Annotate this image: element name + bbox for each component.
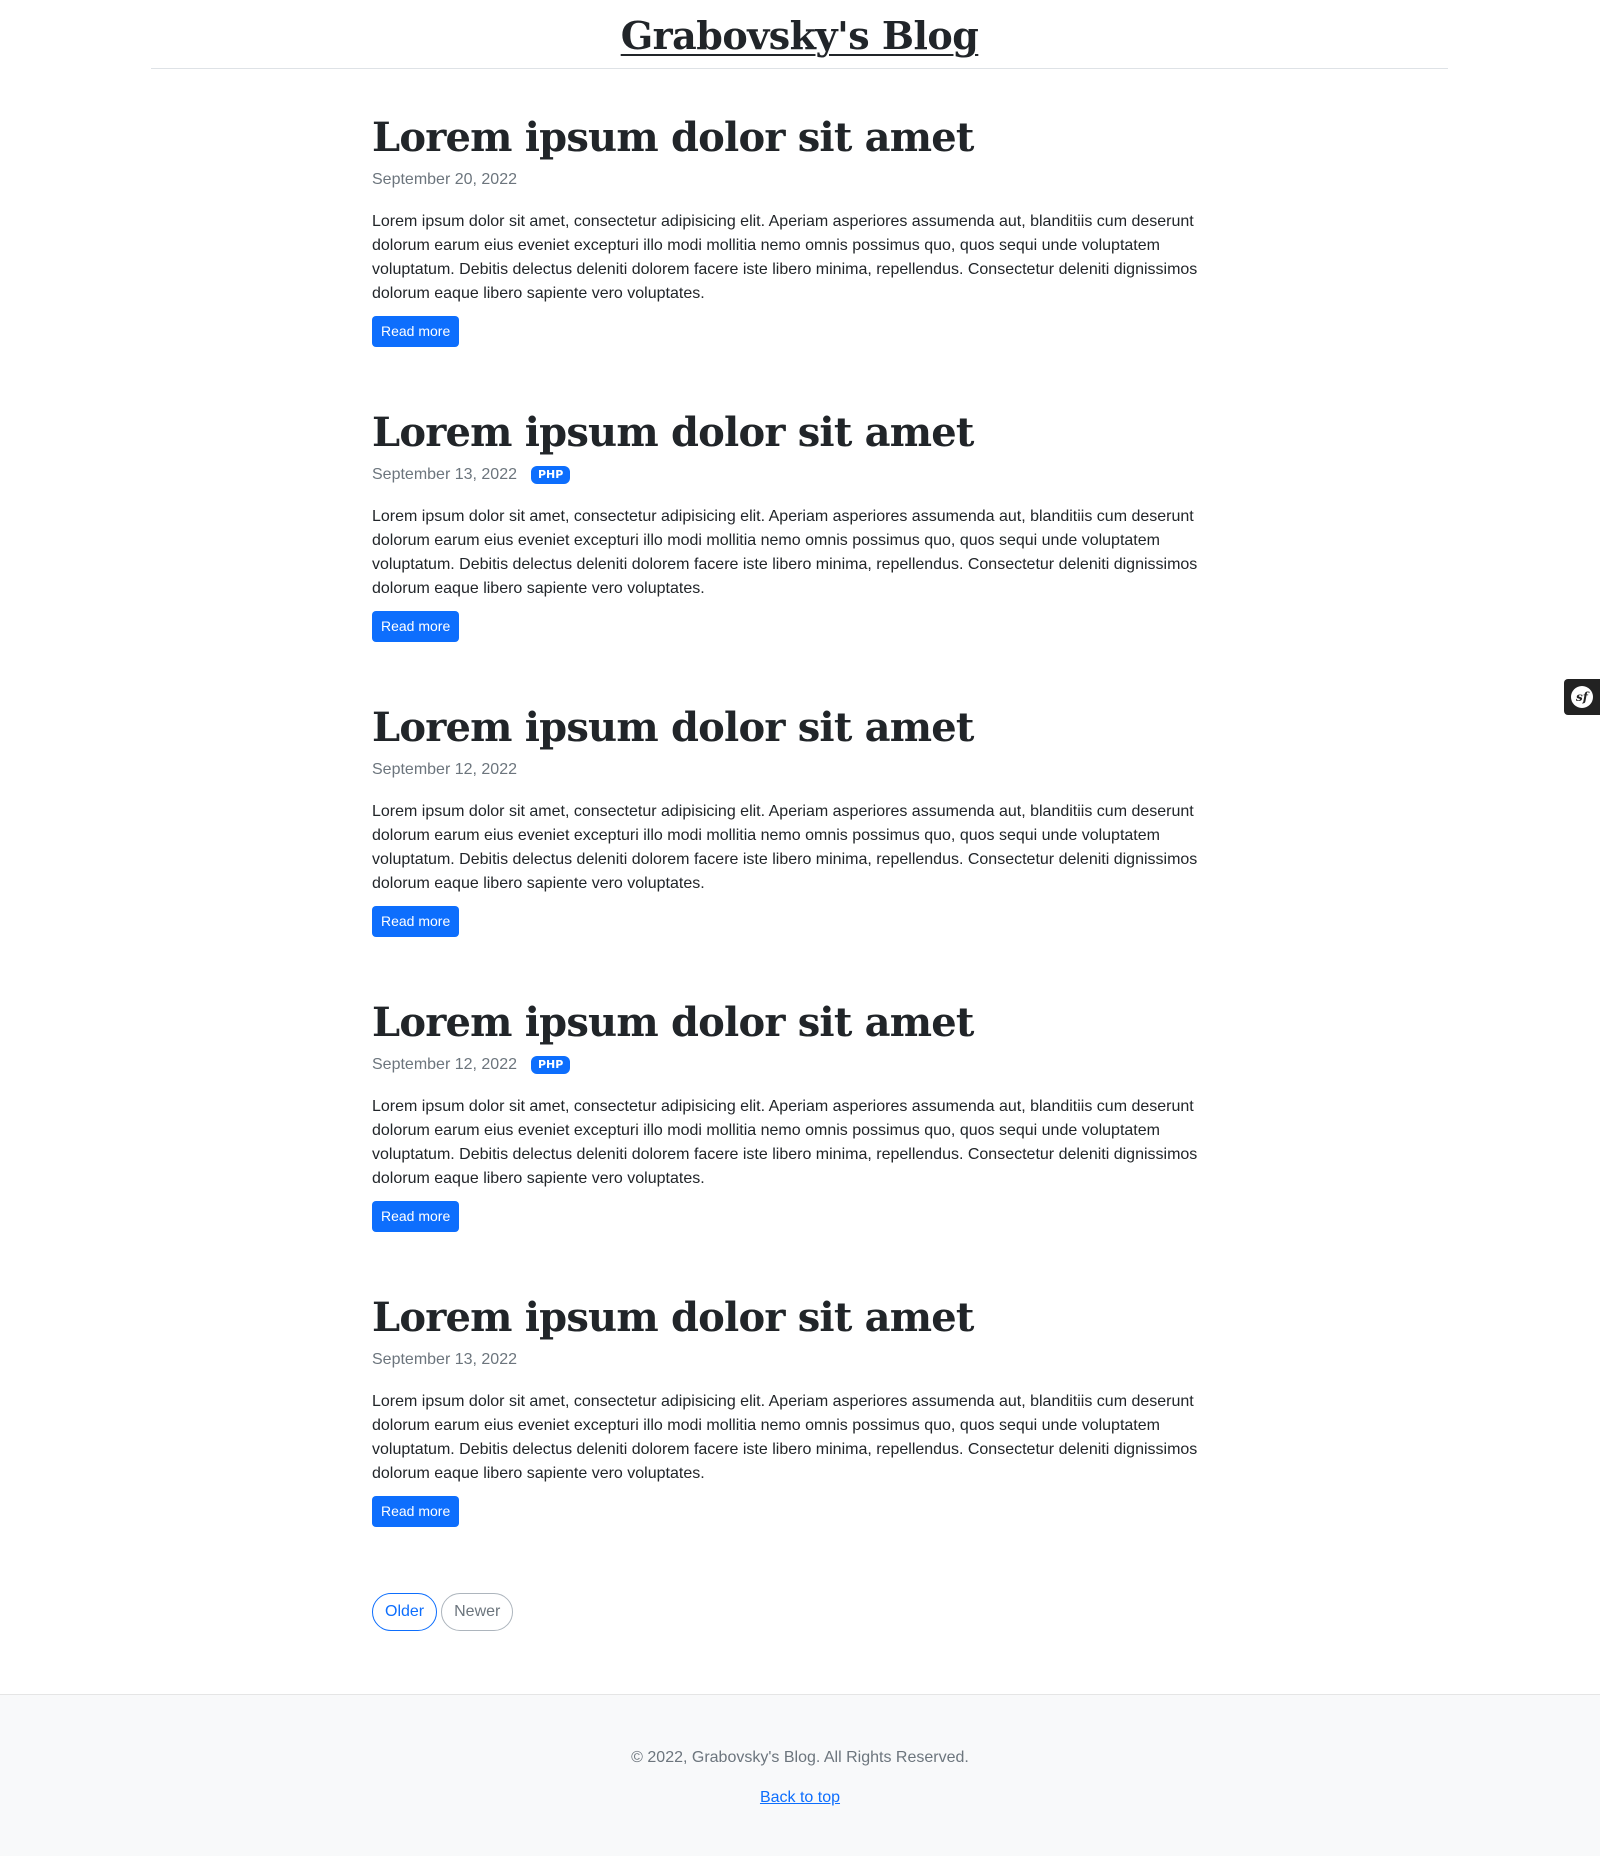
older-posts-button[interactable]: Older bbox=[372, 1593, 438, 1631]
post-card: Lorem ipsum dolor sit amet September 13,… bbox=[372, 407, 1234, 642]
post-meta: September 12, 2022 bbox=[372, 758, 1234, 782]
site-header: Grabovsky's Blog bbox=[151, 0, 1448, 69]
tag-badge[interactable]: PHP bbox=[531, 466, 571, 484]
post-excerpt: Lorem ipsum dolor sit amet, consectetur … bbox=[372, 1098, 1198, 1187]
post-date: September 12, 2022 bbox=[372, 1056, 517, 1073]
post-card: Lorem ipsum dolor sit amet September 12,… bbox=[372, 997, 1234, 1232]
post-excerpt: Lorem ipsum dolor sit amet, consectetur … bbox=[372, 803, 1198, 892]
newer-posts-button: Newer bbox=[441, 1593, 514, 1631]
read-more-button[interactable]: Read more bbox=[372, 1496, 460, 1527]
post-date: September 13, 2022 bbox=[372, 466, 517, 483]
post-card: Lorem ipsum dolor sit amet September 13,… bbox=[372, 1292, 1234, 1527]
debug-toolbar-toggle[interactable]: sf bbox=[1564, 679, 1600, 715]
post-meta: September 20, 2022 bbox=[372, 168, 1234, 192]
post-title: Lorem ipsum dolor sit amet bbox=[372, 409, 974, 456]
read-more-button[interactable]: Read more bbox=[372, 316, 460, 347]
post-meta: September 12, 2022 PHP bbox=[372, 1053, 1234, 1077]
post-excerpt: Lorem ipsum dolor sit amet, consectetur … bbox=[372, 508, 1198, 597]
back-to-top-link[interactable]: Back to top bbox=[760, 1786, 840, 1810]
read-more-button[interactable]: Read more bbox=[372, 906, 460, 937]
post-excerpt: Lorem ipsum dolor sit amet, consectetur … bbox=[372, 213, 1198, 302]
post-title: Lorem ipsum dolor sit amet bbox=[372, 1294, 974, 1341]
site-title-link[interactable]: Grabovsky's Blog bbox=[621, 12, 979, 60]
post-date: September 13, 2022 bbox=[372, 1351, 517, 1368]
post-meta: September 13, 2022 bbox=[372, 1348, 1234, 1372]
post-date: September 20, 2022 bbox=[372, 171, 517, 188]
copyright-text: © 2022, Grabovsky's Blog. All Rights Res… bbox=[631, 1749, 969, 1766]
pagination: Older Newer bbox=[372, 1593, 514, 1631]
site-footer: © 2022, Grabovsky's Blog. All Rights Res… bbox=[0, 1694, 1600, 1856]
post-title: Lorem ipsum dolor sit amet bbox=[372, 704, 974, 751]
post-card: Lorem ipsum dolor sit amet September 12,… bbox=[372, 702, 1234, 937]
post-title: Lorem ipsum dolor sit amet bbox=[372, 114, 974, 161]
post-meta: September 13, 2022 PHP bbox=[372, 463, 1234, 487]
read-more-button[interactable]: Read more bbox=[372, 1201, 460, 1232]
tag-badge[interactable]: PHP bbox=[531, 1056, 571, 1074]
read-more-button[interactable]: Read more bbox=[372, 611, 460, 642]
post-card: Lorem ipsum dolor sit amet September 20,… bbox=[372, 112, 1234, 347]
post-title: Lorem ipsum dolor sit amet bbox=[372, 999, 974, 1046]
post-excerpt: Lorem ipsum dolor sit amet, consectetur … bbox=[372, 1393, 1198, 1482]
post-date: September 12, 2022 bbox=[372, 761, 517, 778]
symfony-logo-icon: sf bbox=[1571, 686, 1593, 708]
